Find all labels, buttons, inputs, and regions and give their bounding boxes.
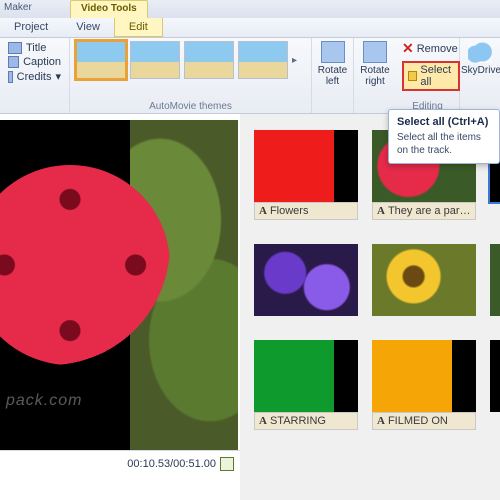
theme-more-icon[interactable]: ▸ <box>292 55 297 66</box>
rotate-left-icon <box>321 41 345 63</box>
title-toggle[interactable]: Title <box>6 41 63 55</box>
theme-thumb-3[interactable] <box>184 41 234 79</box>
clip-6-thumb[interactable] <box>490 244 500 316</box>
clip-1-thumb[interactable] <box>254 130 358 202</box>
remove-x-icon: ✕ <box>402 40 414 57</box>
clip-9[interactable] <box>490 340 500 430</box>
rotate-right-button[interactable]: Rotate right <box>360 41 390 87</box>
caption-toggle[interactable]: Caption <box>6 55 63 69</box>
ribbon: Title Caption Credits ▾ ▸ AutoMovie them… <box>0 38 500 114</box>
clip-9-thumb[interactable] <box>490 340 500 412</box>
title-label: Title <box>26 42 46 54</box>
automovie-themes: ▸ <box>76 41 305 79</box>
select-all-icon <box>408 71 417 81</box>
clip-6[interactable] <box>490 244 500 316</box>
select-all-button[interactable]: Select all <box>402 61 460 91</box>
caption-icon <box>8 56 19 68</box>
clip-1-caption[interactable]: AFlowers <box>254 202 358 220</box>
credits-label: Credits <box>17 71 52 83</box>
clip-7[interactable]: ASTARRING <box>254 340 358 430</box>
clip-8-thumb[interactable] <box>372 340 476 412</box>
theme-thumb-2[interactable] <box>130 41 180 79</box>
clip-4-thumb[interactable] <box>254 244 358 316</box>
clip-5-thumb[interactable] <box>372 244 476 316</box>
rotate-right-icon <box>363 41 387 63</box>
context-tab-strip: Video Tools <box>0 0 500 18</box>
skydrive-icon <box>468 41 492 63</box>
credits-toggle[interactable]: Credits ▾ <box>6 69 63 84</box>
clip-8-caption[interactable]: AFILMED ON <box>372 412 476 430</box>
credits-icon <box>8 71 13 83</box>
menu-edit[interactable]: Edit <box>114 18 163 37</box>
rotate-left-button[interactable]: Rotate left <box>318 41 347 87</box>
menu-view[interactable]: View <box>62 18 114 37</box>
tooltip-title: Select all (Ctrl+A) <box>397 116 491 128</box>
clip-4[interactable] <box>254 244 358 316</box>
frame-step-button[interactable] <box>220 457 234 471</box>
rotate-left-label: Rotate left <box>318 65 347 87</box>
menu-project[interactable]: Project <box>0 18 62 37</box>
tooltip-body: Select all the items on the track. <box>397 131 491 157</box>
skydrive-label: SkyDrive <box>461 65 499 76</box>
time-text: 00:10.53/00:51.00 <box>127 458 216 470</box>
automovie-group-label: AutoMovie themes <box>70 101 311 112</box>
clip-7-caption[interactable]: ASTARRING <box>254 412 358 430</box>
clip-8[interactable]: AFILMED ON <box>372 340 476 430</box>
remove-label: Remove <box>417 43 458 55</box>
preview-frame[interactable]: pack.com <box>0 120 238 450</box>
skydrive-button[interactable]: SkyDrive <box>461 41 499 76</box>
caption-label: Caption <box>23 56 61 68</box>
theme-thumb-4[interactable] <box>238 41 288 79</box>
remove-button[interactable]: ✕Remove <box>402 40 453 57</box>
preview-panel: pack.com 00:10.53/00:51.00 <box>0 114 240 500</box>
theme-thumb-1[interactable] <box>76 41 126 79</box>
video-tools-tab[interactable]: Video Tools <box>70 0 148 18</box>
app-title: Maker <box>0 2 32 13</box>
clip-2-caption[interactable]: AThey are a part of... <box>372 202 476 220</box>
watermark: pack.com <box>6 392 82 410</box>
content-area: pack.com 00:10.53/00:51.00 AFlowers AThe… <box>0 114 500 500</box>
time-bar: 00:10.53/00:51.00 <box>0 450 240 476</box>
menu-bar: Project View Edit <box>0 18 500 38</box>
rotate-right-label: Rotate right <box>360 65 390 87</box>
clip-1[interactable]: AFlowers <box>254 130 358 220</box>
clip-5[interactable] <box>372 244 476 316</box>
select-all-tooltip: Select all (Ctrl+A) Select all the items… <box>388 109 500 164</box>
select-all-label: Select all <box>420 64 453 88</box>
storyboard[interactable]: AFlowers AThey are a part of... <box>240 114 500 500</box>
clip-7-thumb[interactable] <box>254 340 358 412</box>
title-icon <box>8 42 22 54</box>
